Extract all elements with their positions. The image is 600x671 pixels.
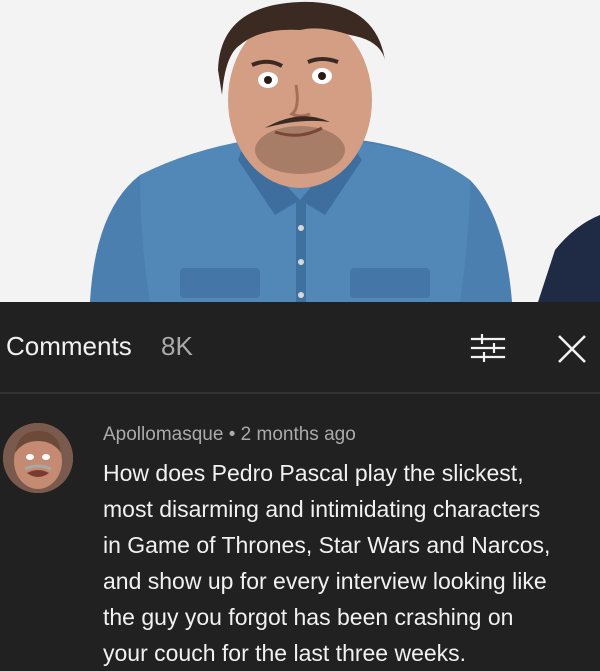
header-divider (0, 392, 600, 394)
comment-time: 2 months ago (240, 424, 356, 445)
close-icon[interactable] (556, 333, 588, 365)
comments-count: 8K (161, 331, 193, 361)
meta-separator: • (228, 424, 236, 445)
commenter-avatar[interactable] (3, 423, 73, 493)
comment-text: How does Pedro Pascal play the slickest,… (103, 460, 551, 666)
comment-meta: Apollomasque • 2 months ago (103, 424, 356, 446)
comment-author[interactable]: Apollomasque (103, 424, 223, 445)
video-thumbnail-photo (0, 0, 600, 302)
sort-filter-icon[interactable] (470, 333, 506, 363)
man-in-denim-shirt-image (0, 0, 600, 302)
comments-title: Comments (6, 331, 132, 361)
